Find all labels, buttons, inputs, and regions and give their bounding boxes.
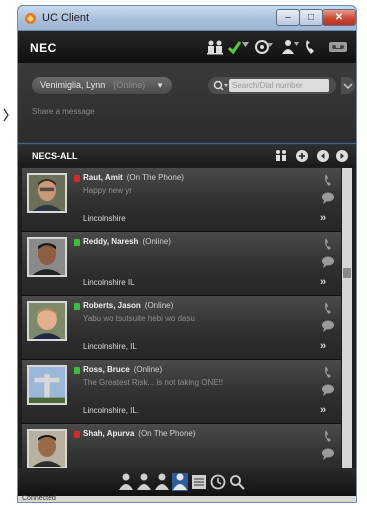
share-message-input[interactable]: Share a message: [32, 107, 95, 116]
avatar-photo: [29, 367, 65, 403]
window-edge-marker-icon: [3, 108, 9, 122]
phone-icon[interactable]: [304, 39, 318, 55]
add-group-icon[interactable]: [295, 149, 309, 163]
contacts-group-icon[interactable]: [206, 39, 224, 55]
status-bar: Connected: [18, 495, 356, 502]
presence-indicator: [74, 239, 80, 246]
contact-message: The Greatest Risk... is not taking ONE!!: [83, 378, 224, 387]
group-header: NECS-ALL: [18, 145, 356, 167]
all-contacts-icon[interactable]: [118, 473, 134, 491]
maximize-button[interactable]: □: [299, 9, 323, 26]
scrollbar-thumb[interactable]: [343, 268, 351, 278]
list-item[interactable]: Reddy, Naresh (Online) Lincolnshire IL »: [22, 232, 341, 296]
group-members-icon[interactable]: [274, 149, 288, 163]
contact-name: Reddy, Naresh (Online): [83, 237, 171, 246]
chevron-down-icon[interactable]: [341, 77, 355, 94]
contact-name: Shah, Apurva (On The Phone): [83, 429, 196, 438]
presence-indicator: [74, 303, 80, 310]
contact-location: Lincolnshire, IL.: [83, 406, 140, 415]
user-status: (Online): [113, 80, 146, 90]
email-icon[interactable]: [254, 39, 274, 55]
chat-icon[interactable]: [321, 320, 335, 332]
more-details-icon[interactable]: »: [320, 340, 326, 352]
nec-logo: NEC: [30, 41, 57, 55]
avatar-photo: [29, 239, 65, 275]
avatar: [27, 365, 67, 405]
contact-location: Lincolnshire: [83, 214, 126, 223]
phone-icon[interactable]: [324, 238, 334, 250]
user-status-dropdown[interactable]: Venimiglia, Lynn (Online) ▼: [32, 77, 172, 94]
phone-icon[interactable]: [324, 366, 334, 378]
contact-name: Ross, Bruce (Online): [83, 365, 163, 374]
phone-icon[interactable]: [324, 174, 334, 186]
previous-group-icon[interactable]: [316, 149, 330, 163]
list-item[interactable]: Ross, Bruce (Online) The Greatest Risk...…: [22, 360, 341, 424]
directory-icon[interactable]: [191, 473, 207, 491]
add-contact-icon[interactable]: [280, 39, 300, 55]
top-toolbar: NEC: [18, 31, 356, 63]
chat-icon[interactable]: [321, 384, 335, 396]
presence-indicator: [74, 367, 80, 374]
contact-name: Roberts, Jason (Online): [83, 301, 174, 310]
window-title: UC Client: [42, 12, 90, 24]
chat-icon[interactable]: [321, 256, 335, 268]
more-details-icon[interactable]: »: [320, 404, 326, 416]
search-icon[interactable]: [213, 80, 229, 92]
list-item[interactable]: Raut, Amit (On The Phone) Happy new yr Li…: [22, 168, 341, 232]
close-button[interactable]: ✕: [322, 9, 356, 26]
group-title: NECS-ALL: [32, 151, 78, 161]
history-clock-icon[interactable]: [210, 473, 226, 491]
voicemail-icon[interactable]: [328, 39, 348, 55]
chat-icon[interactable]: [321, 448, 335, 460]
uc-client-window: UC Client – □ ✕ NEC Venimiglia, Lynn (On…: [17, 5, 357, 503]
avatar: [27, 301, 67, 341]
contact-message: Yabu wo tsutsuite hebi wo dasu: [83, 314, 195, 323]
avatar: [27, 429, 67, 468]
avatar: [27, 173, 67, 213]
avatar-photo: [29, 303, 65, 339]
minimize-button[interactable]: –: [276, 9, 300, 26]
avatar-photo: [29, 431, 65, 467]
avatar: [27, 237, 67, 277]
user-name: Venimiglia, Lynn: [40, 80, 106, 90]
contact-list: Raut, Amit (On The Phone) Happy new yr Li…: [22, 168, 341, 468]
presence-indicator: [74, 431, 80, 438]
chevron-down-icon: ▼: [156, 81, 164, 90]
online-contacts-icon[interactable]: [136, 473, 152, 491]
title-bar: UC Client – □ ✕: [18, 6, 356, 31]
phone-icon[interactable]: [324, 302, 334, 314]
avatar-photo: [29, 175, 65, 211]
next-group-icon[interactable]: [335, 149, 349, 163]
selected-contacts-icon[interactable]: [172, 473, 188, 491]
connection-status: Connected: [22, 495, 56, 502]
contact-location: Lincolnshire, IL: [83, 342, 137, 351]
contact-list-scrollbar[interactable]: [342, 168, 352, 468]
more-details-icon[interactable]: »: [320, 212, 326, 224]
bottom-toolbar: [18, 468, 356, 496]
presence-indicator: [74, 175, 80, 182]
list-item[interactable]: Roberts, Jason (Online) Yabu wo tsutsuite…: [22, 296, 341, 360]
favorite-contacts-icon[interactable]: [154, 473, 170, 491]
app-logo-icon: [25, 13, 36, 24]
search-input[interactable]: [229, 79, 329, 92]
more-details-icon[interactable]: »: [320, 276, 326, 288]
search-icon[interactable]: [229, 473, 245, 491]
contact-name: Raut, Amit (On The Phone): [83, 173, 184, 182]
search-box: [208, 77, 336, 94]
phone-icon[interactable]: [324, 430, 334, 442]
user-status-panel: Venimiglia, Lynn (Online) ▼ Share a messa…: [18, 63, 356, 143]
list-item[interactable]: Shah, Apurva (On The Phone): [22, 424, 341, 468]
presence-check-icon[interactable]: [228, 39, 250, 55]
contact-message: Happy new yr: [83, 186, 132, 195]
chat-icon[interactable]: [321, 192, 335, 204]
contact-location: Lincolnshire IL: [83, 278, 135, 287]
